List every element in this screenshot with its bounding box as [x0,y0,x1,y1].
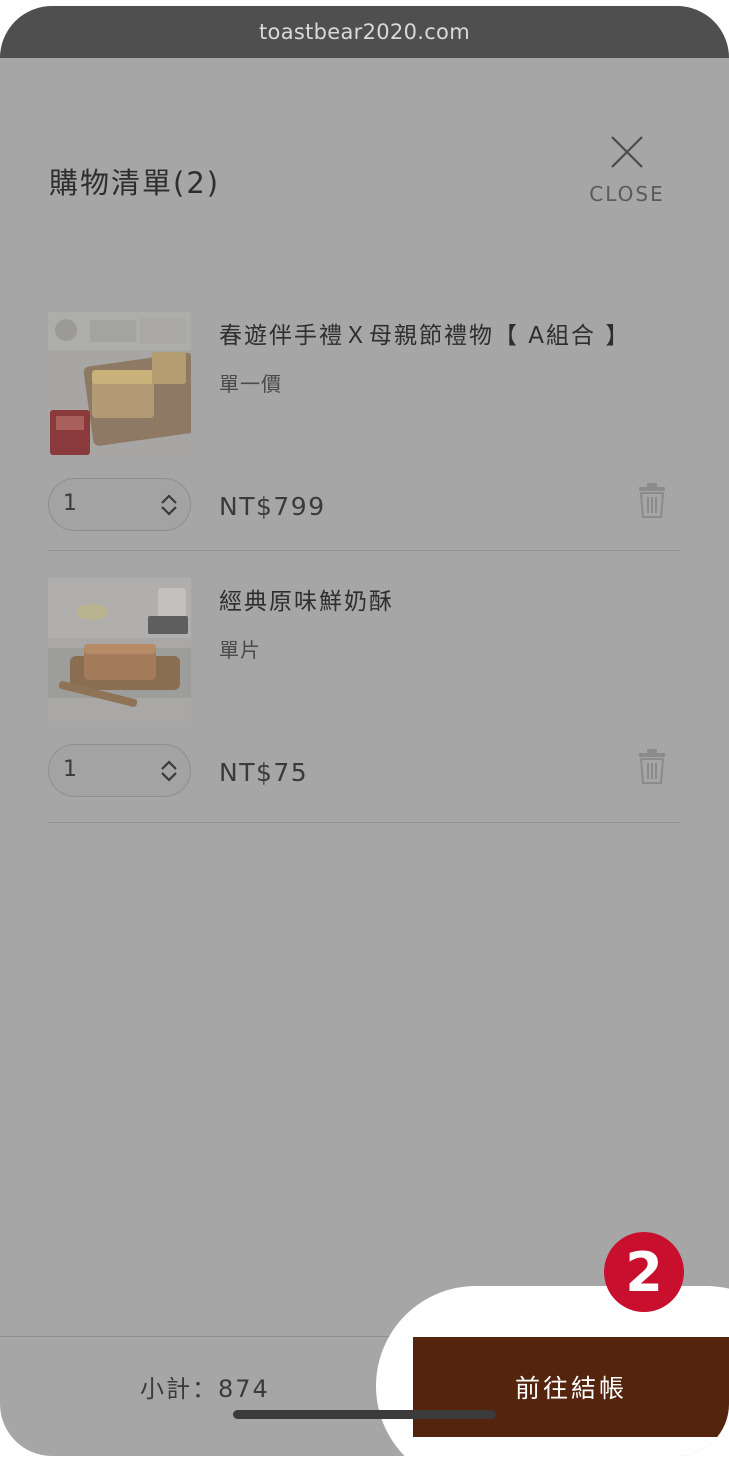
quantity-stepper[interactable]: 1 [48,744,191,797]
close-icon [611,136,643,168]
quantity-value: 1 [63,491,77,516]
cart-title: 購物清單(2) [49,166,221,200]
trash-icon[interactable] [638,482,666,518]
quantity-value: 1 [63,757,77,782]
cart-item: 經典原味鮮奶酥 單片 1 NT$75 [48,578,681,808]
item-divider [48,550,681,551]
home-indicator[interactable] [233,1410,496,1419]
cart-item: 春遊伴手禮Ｘ母親節禮物【 A組合 】 單一價 1 NT$799 [48,312,681,542]
quantity-stepper[interactable]: 1 [48,478,191,531]
item-name[interactable]: 春遊伴手禮Ｘ母親節禮物【 A組合 】 [219,316,630,350]
chevron-up-down-icon [161,494,177,516]
checkout-button[interactable]: 前往結帳 [413,1337,729,1437]
item-variant: 單一價 [219,372,282,396]
step-badge: 2 [604,1232,684,1312]
url-text: toastbear2020.com [259,20,470,44]
item-price: NT$75 [219,758,309,787]
item-divider [48,822,681,823]
item-variant: 單片 [219,638,261,662]
cart-screen: toastbear2020.com 購物清單(2) CLOSE 春遊伴手禮Ｘ母親… [0,6,729,1456]
product-image[interactable] [48,312,191,455]
trash-icon[interactable] [638,748,666,784]
item-price: NT$799 [219,492,326,521]
item-name[interactable]: 經典原味鮮奶酥 [219,582,394,616]
chevron-up-down-icon [161,760,177,782]
subtotal: 小計：874 [140,1375,270,1403]
close-label: CLOSE [589,182,665,206]
product-image[interactable] [48,578,191,721]
close-button[interactable]: CLOSE [585,132,669,214]
url-bar[interactable]: toastbear2020.com [0,6,729,58]
